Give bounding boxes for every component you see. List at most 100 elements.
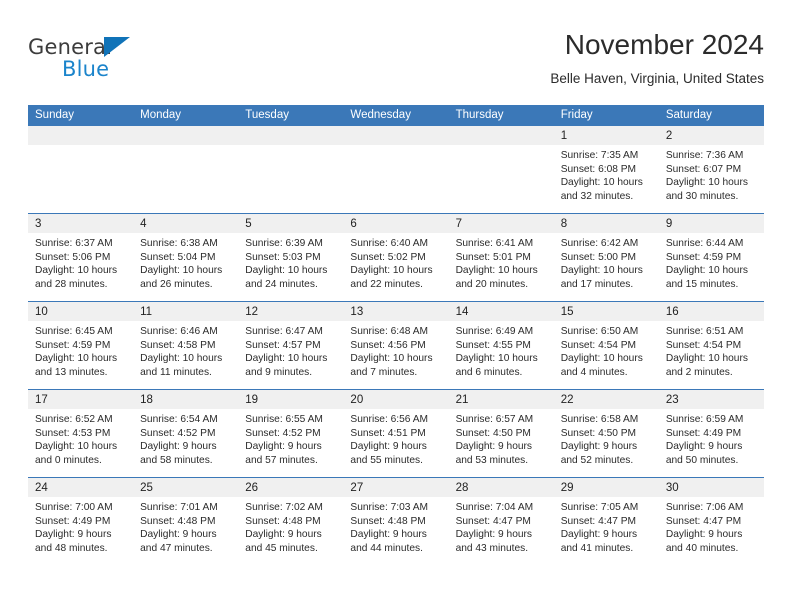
day-cell[interactable]: 11 Sunrise: 6:46 AM Sunset: 4:58 PM Dayligh… (133, 302, 239, 389)
daylight-text-line2: and 55 minutes. (350, 454, 423, 466)
daylight-text-line2: and 7 minutes. (350, 366, 418, 378)
weekday-header-thursday: Thursday (455, 109, 504, 121)
logo-text-general: General (28, 35, 113, 59)
day-number-band: 6 (343, 214, 449, 233)
sunset-text: Sunset: 4:48 PM (140, 515, 216, 527)
day-cell[interactable]: 4 Sunrise: 6:38 AM Sunset: 5:04 PM Daylight… (133, 214, 239, 301)
daylight-text-line1: Daylight: 10 hours (350, 265, 433, 277)
daylight-text-line1: Daylight: 9 hours (350, 441, 427, 453)
day-cell[interactable]: 29 Sunrise: 7:05 AM Sunset: 4:47 PM Dayligh… (553, 478, 659, 565)
sunrise-text: Sunrise: 7:02 AM (245, 502, 323, 513)
day-cell[interactable]: 30 Sunrise: 7:06 AM Sunset: 4:47 PM Dayligh… (658, 478, 764, 565)
day-number-band: 25 (133, 478, 239, 497)
day-cell[interactable]: 28 Sunrise: 7:04 AM Sunset: 4:47 PM Dayligh… (448, 478, 554, 565)
day-cell[interactable]: 21 Sunrise: 6:57 AM Sunset: 4:50 PM Dayligh… (448, 390, 554, 477)
day-number: 29 (560, 482, 574, 494)
day-number: 13 (350, 306, 364, 318)
weekday-header-sunday: Sunday (35, 109, 75, 121)
day-number: 26 (245, 482, 259, 494)
day-cell[interactable]: 25 Sunrise: 7:01 AM Sunset: 4:48 PM Dayligh… (133, 478, 239, 565)
day-cell[interactable]: 18 Sunrise: 6:54 AM Sunset: 4:52 PM Dayligh… (133, 390, 239, 477)
day-number: 1 (560, 130, 568, 142)
sunrise-text: Sunrise: 6:52 AM (35, 414, 113, 425)
day-number: 12 (245, 306, 259, 318)
day-details: Sunrise: 6:40 AM Sunset: 5:02 PM Daylight:… (343, 233, 448, 291)
daylight-text-line1: Daylight: 9 hours (245, 529, 322, 541)
day-cell[interactable]: 23 Sunrise: 6:59 AM Sunset: 4:49 PM Dayligh… (658, 390, 764, 477)
day-cell[interactable]: 24 Sunrise: 7:00 AM Sunset: 4:49 PM Dayligh… (28, 478, 134, 565)
day-cell[interactable]: 16 Sunrise: 6:51 AM Sunset: 4:54 PM Dayligh… (658, 302, 764, 389)
day-number-band: 10 (28, 302, 134, 321)
daylight-text-line1: Daylight: 9 hours (35, 529, 112, 541)
sunrise-text: Sunrise: 6:39 AM (245, 238, 323, 249)
day-number-band: 23 (658, 390, 764, 409)
day-cell[interactable]: 3 Sunrise: 6:37 AM Sunset: 5:06 PM Daylight… (28, 214, 134, 301)
day-number-band: 26 (238, 478, 344, 497)
day-cell[interactable]: 12 Sunrise: 6:47 AM Sunset: 4:57 PM Dayligh… (238, 302, 344, 389)
sunrise-text: Sunrise: 6:42 AM (560, 238, 639, 249)
day-cell[interactable]: 7 Sunrise: 6:41 AM Sunset: 5:01 PM Daylight… (448, 214, 554, 301)
calendar-week-row: 24 Sunrise: 7:00 AM Sunset: 4:49 PM Dayligh… (28, 477, 764, 565)
day-cell[interactable]: 10 Sunrise: 6:45 AM Sunset: 4:59 PM Dayligh… (28, 302, 134, 389)
daylight-text-line1: Daylight: 9 hours (455, 529, 533, 541)
day-details: Sunrise: 6:45 AM Sunset: 4:59 PM Daylight:… (28, 321, 133, 379)
day-cell[interactable]: 2 Sunrise: 7:36 AM Sunset: 6:07 PM Daylight… (658, 126, 764, 213)
daylight-text-line2: and 44 minutes. (350, 542, 423, 554)
day-cell[interactable]: 17 Sunrise: 6:52 AM Sunset: 4:53 PM Dayligh… (28, 390, 134, 477)
sunrise-text: Sunrise: 7:00 AM (35, 502, 113, 513)
day-number: 10 (35, 306, 48, 318)
sunset-text: Sunset: 4:58 PM (140, 339, 216, 351)
daylight-text-line2: and 9 minutes. (245, 366, 313, 378)
sunset-text: Sunset: 4:49 PM (665, 427, 742, 439)
sunrise-text: Sunrise: 6:38 AM (140, 238, 218, 249)
day-cell-empty (343, 126, 449, 213)
day-number: 28 (455, 482, 469, 494)
daylight-text-line2: and 26 minutes. (140, 278, 213, 290)
daylight-text-line1: Daylight: 10 hours (35, 353, 118, 365)
daylight-text-line1: Daylight: 9 hours (140, 529, 217, 541)
sunset-text: Sunset: 5:01 PM (455, 251, 531, 263)
day-cell[interactable]: 26 Sunrise: 7:02 AM Sunset: 4:48 PM Dayligh… (238, 478, 344, 565)
day-details: Sunrise: 6:48 AM Sunset: 4:56 PM Daylight:… (343, 321, 448, 379)
day-cell[interactable]: 22 Sunrise: 6:58 AM Sunset: 4:50 PM Dayligh… (553, 390, 659, 477)
day-number: 8 (560, 218, 568, 230)
day-number-band (448, 126, 554, 145)
day-cell[interactable]: 15 Sunrise: 6:50 AM Sunset: 4:54 PM Dayligh… (553, 302, 659, 389)
day-number-band: 14 (448, 302, 554, 321)
daylight-text-line2: and 41 minutes. (560, 542, 634, 554)
day-cell[interactable]: 27 Sunrise: 7:03 AM Sunset: 4:48 PM Dayligh… (343, 478, 449, 565)
day-cell[interactable]: 13 Sunrise: 6:48 AM Sunset: 4:56 PM Dayligh… (343, 302, 449, 389)
logo-text-blue: Blue (62, 57, 110, 81)
sunset-text: Sunset: 4:48 PM (245, 515, 321, 527)
sunset-text: Sunset: 4:52 PM (245, 427, 321, 439)
sunset-text: Sunset: 4:55 PM (455, 339, 531, 351)
day-cell[interactable]: 1 Sunrise: 7:35 AM Sunset: 6:08 PM Daylight… (553, 126, 659, 213)
day-cell[interactable]: 5 Sunrise: 6:39 AM Sunset: 5:03 PM Daylight… (238, 214, 344, 301)
daylight-text-line2: and 0 minutes. (35, 454, 102, 466)
day-cell[interactable]: 9 Sunrise: 6:44 AM Sunset: 4:59 PM Daylight… (658, 214, 764, 301)
daylight-text-line1: Daylight: 10 hours (35, 265, 118, 277)
daylight-text-line1: Daylight: 10 hours (560, 353, 643, 365)
daylight-text-line2: and 45 minutes. (245, 542, 318, 554)
daylight-text-line1: Daylight: 10 hours (560, 177, 643, 189)
sunrise-text: Sunrise: 6:41 AM (455, 238, 534, 249)
sunset-text: Sunset: 4:56 PM (350, 339, 426, 351)
day-cell[interactable]: 8 Sunrise: 6:42 AM Sunset: 5:00 PM Daylight… (553, 214, 659, 301)
day-number-band (28, 126, 134, 145)
sunrise-text: Sunrise: 6:45 AM (35, 326, 113, 337)
generalblue-logo[interactable]: General Blue (28, 35, 228, 87)
sunset-text: Sunset: 5:02 PM (350, 251, 426, 263)
sunrise-text: Sunrise: 6:49 AM (455, 326, 534, 337)
daylight-text-line2: and 4 minutes. (560, 366, 628, 378)
day-number-band: 2 (658, 126, 764, 145)
daylight-text-line2: and 53 minutes. (455, 454, 529, 466)
daylight-text-line1: Daylight: 10 hours (665, 353, 748, 365)
calendar-week-row: 10 Sunrise: 6:45 AM Sunset: 4:59 PM Dayligh… (28, 301, 764, 389)
day-cell[interactable]: 19 Sunrise: 6:55 AM Sunset: 4:52 PM Dayligh… (238, 390, 344, 477)
day-cell[interactable]: 20 Sunrise: 6:56 AM Sunset: 4:51 PM Dayligh… (343, 390, 449, 477)
day-details: Sunrise: 7:05 AM Sunset: 4:47 PM Daylight:… (554, 497, 659, 555)
day-cell[interactable]: 14 Sunrise: 6:49 AM Sunset: 4:55 PM Dayligh… (448, 302, 554, 389)
sunrise-text: Sunrise: 7:05 AM (560, 502, 639, 513)
sunrise-text: Sunrise: 6:54 AM (140, 414, 218, 425)
day-cell[interactable]: 6 Sunrise: 6:40 AM Sunset: 5:02 PM Daylight… (343, 214, 449, 301)
